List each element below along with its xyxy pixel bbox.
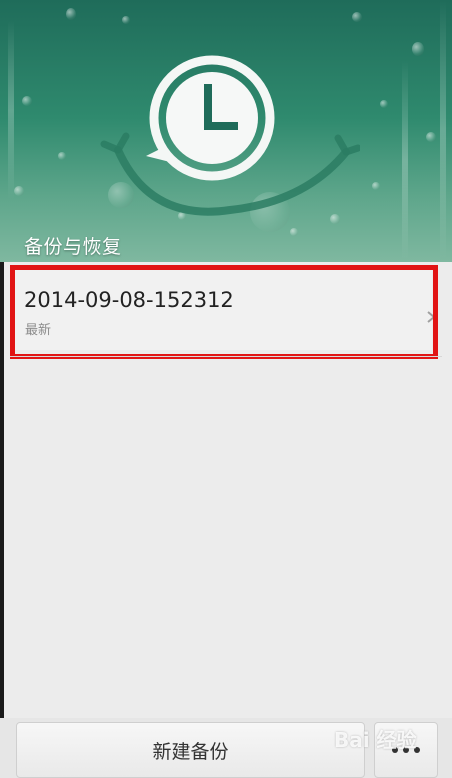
water-drop-decoration [14,186,24,196]
chevron-right-icon [426,310,436,324]
water-drop-decoration [352,12,362,22]
water-drop-decoration [412,42,424,56]
water-drop-decoration [122,16,130,24]
more-dots-icon [403,747,409,753]
water-drop-decoration [372,182,380,190]
water-streak-decoration [440,0,446,260]
water-drop-decoration [22,96,32,106]
new-backup-button[interactable]: 新建备份 [16,722,365,778]
backup-restore-screen: 备份与恢复 2014-09-08-152312 最新 新建备份 Bai 经验 [0,0,452,778]
water-drop-decoration [426,132,436,142]
backup-latest-tag: 最新 [25,323,52,338]
backup-list-item[interactable]: 2014-09-08-152312 最新 [10,266,436,350]
more-dots-icon [392,747,398,753]
water-streak-decoration [402,60,408,260]
list-divider [10,356,442,357]
backup-name: 2014-09-08-152312 [24,288,234,312]
more-options-button[interactable] [374,722,438,778]
water-drop-decoration [58,152,66,160]
water-drop-decoration [66,8,76,20]
header-banner: 备份与恢复 [0,0,452,262]
more-dots-icon [414,747,420,753]
backup-clock-icon [100,52,362,222]
water-streak-decoration [8,20,14,200]
water-drop-decoration [380,100,388,108]
page-title: 备份与恢复 [24,236,122,258]
water-drop-decoration [290,228,298,236]
